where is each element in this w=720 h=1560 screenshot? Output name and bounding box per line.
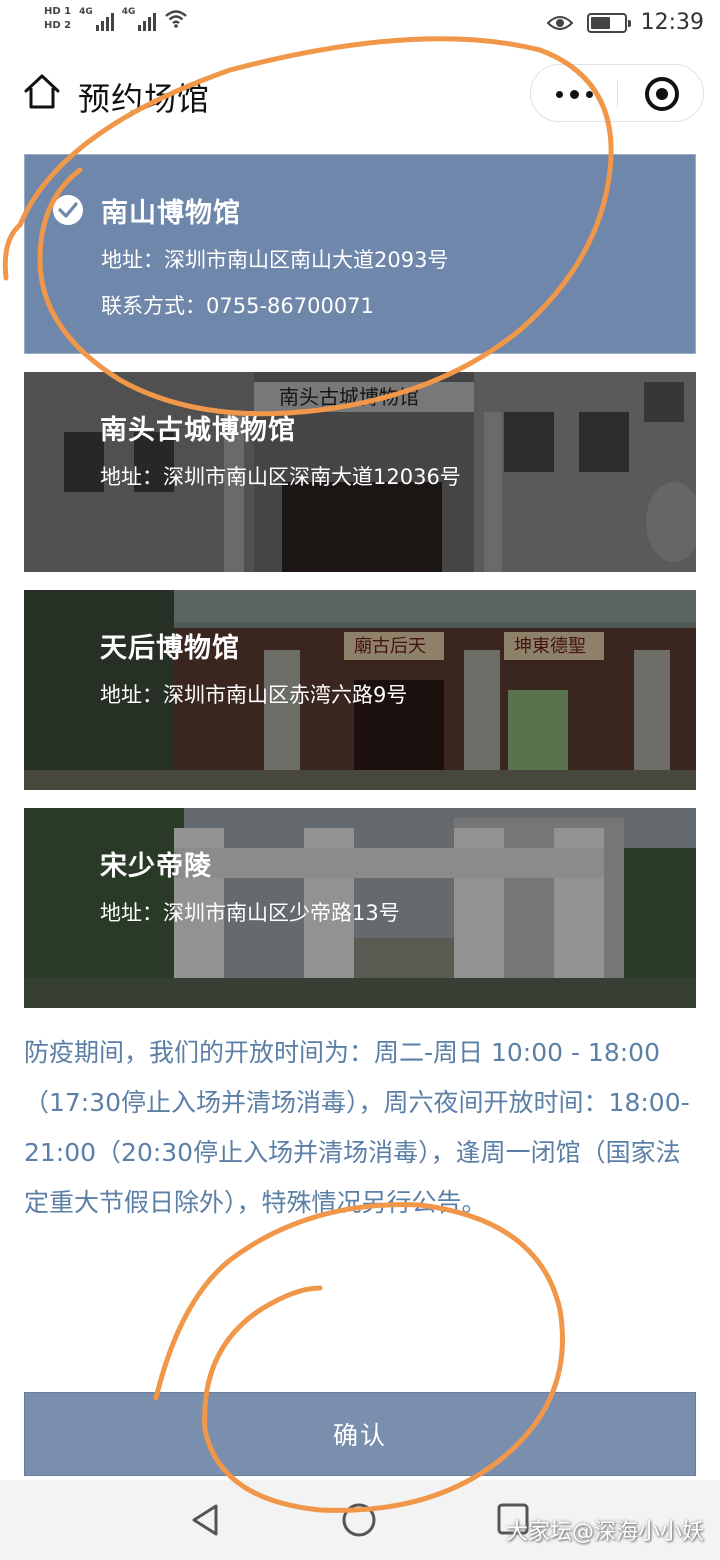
close-mini-program-button[interactable] xyxy=(645,77,679,111)
venue-name: 南山博物馆 xyxy=(101,198,241,229)
venue-info: 南头古城博物馆 地址：深圳市南山区深南大道12036号 xyxy=(100,408,461,507)
clock: 12:39 xyxy=(640,10,704,35)
network-type-1: 4G xyxy=(79,7,93,17)
watermark: 大家坛@深海小小妖 xyxy=(505,1520,704,1545)
venue-contact: 联系方式：0755-86700071 xyxy=(101,294,374,318)
navigation-bar: 预约场馆 xyxy=(0,60,720,130)
home-circle-icon[interactable] xyxy=(341,1502,377,1538)
eye-comfort-icon xyxy=(546,15,573,30)
confirm-button[interactable]: 确认 xyxy=(24,1392,696,1476)
venue-card-nantou-museum[interactable]: 南头古城博物馆 南头古城博物馆 地址：深圳市南山区深南大道12036号 xyxy=(24,372,696,572)
venue-info: 宋少帝陵 地址：深圳市南山区少帝路13号 xyxy=(100,844,400,943)
more-dot-icon xyxy=(569,89,579,99)
opening-hours-notice: 防疫期间，我们的开放时间为：周二-周日 10:00 - 18:00（17:30停… xyxy=(24,1038,690,1217)
home-icon[interactable] xyxy=(22,72,62,112)
venue-address: 地址：深圳市南山区深南大道12036号 xyxy=(100,465,461,489)
battery-icon xyxy=(586,12,631,33)
sim-indicators: HD 1 HD 2 xyxy=(44,6,71,32)
more-dot-icon xyxy=(585,90,593,98)
status-right: 12:39 xyxy=(546,10,704,35)
capsule-divider xyxy=(617,81,618,107)
mini-program-capsule xyxy=(530,64,704,122)
status-bar: HD 1 HD 2 4G 4G 12:39 xyxy=(0,0,720,52)
venue-card-nanshan-museum[interactable]: 南山博物馆 地址：深圳市南山区南山大道2093号 联系方式：0755-86700… xyxy=(24,154,696,354)
page-title: 预约场馆 xyxy=(78,80,211,118)
signal-icon-1: 4G xyxy=(79,7,114,31)
signal-icon-2: 4G xyxy=(122,7,157,31)
back-icon[interactable] xyxy=(188,1502,224,1538)
wifi-icon xyxy=(165,10,188,28)
check-icon xyxy=(53,195,83,225)
venue-info: 南山博物馆 地址：深圳市南山区南山大道2093号 联系方式：0755-86700… xyxy=(101,191,448,336)
battery-level xyxy=(590,16,610,29)
venue-address: 地址：深圳市南山区赤湾六路9号 xyxy=(100,683,408,707)
venue-name: 宋少帝陵 xyxy=(100,851,212,882)
venue-address: 地址：深圳市南山区少帝路13号 xyxy=(100,901,400,925)
status-left: HD 1 HD 2 4G 4G xyxy=(44,6,188,32)
venue-name: 南头古城博物馆 xyxy=(100,415,296,446)
more-dot-icon xyxy=(555,90,563,98)
venue-info: 天后博物馆 地址：深圳市南山区赤湾六路9号 xyxy=(100,626,407,725)
network-type-2: 4G xyxy=(121,7,136,17)
system-navigation-bar: 大家坛@深海小小妖 xyxy=(0,1480,720,1560)
venue-name: 天后博物馆 xyxy=(100,633,240,664)
sim1-label: HD 1 xyxy=(44,6,72,17)
more-options-button[interactable] xyxy=(531,65,617,123)
sim2-label: HD 2 xyxy=(44,20,72,31)
venue-card-song-emperor-tomb[interactable]: 宋少帝陵 地址：深圳市南山区少帝路13号 xyxy=(24,808,696,1008)
venue-card-tianhou-museum[interactable]: 廟古后天 坤東德聖 天后博物馆 地址：深圳市南山区赤湾六路9号 xyxy=(24,590,696,790)
venue-address: 地址：深圳市南山区南山大道2093号 xyxy=(101,248,449,272)
